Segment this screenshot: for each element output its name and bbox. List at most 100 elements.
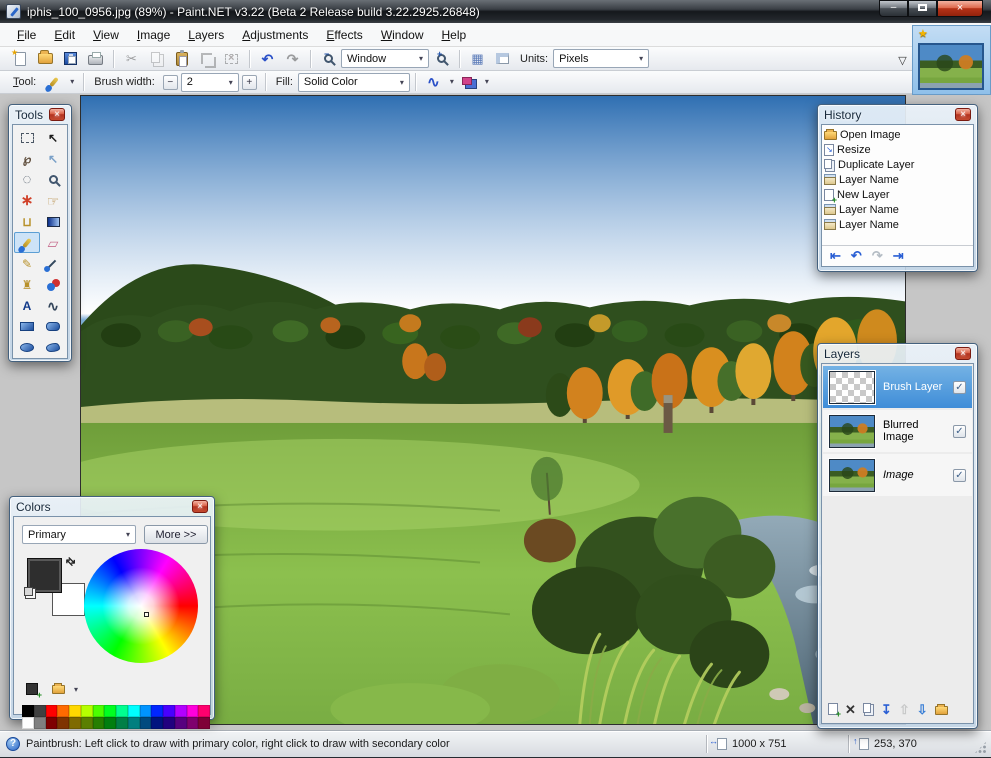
tool-recolor[interactable] xyxy=(40,274,66,295)
reset-colors-icon[interactable] xyxy=(24,587,33,596)
menu-edit[interactable]: Edit xyxy=(45,23,84,46)
swap-colors-icon[interactable]: ⇄ xyxy=(63,554,79,570)
palette-swatch[interactable] xyxy=(57,717,69,729)
palette-swatch[interactable] xyxy=(93,717,105,729)
tool-text[interactable]: A xyxy=(14,295,40,316)
palette-swatch[interactable] xyxy=(34,705,46,717)
tool-freeform-shape[interactable] xyxy=(40,337,66,358)
palette-swatch[interactable] xyxy=(81,717,93,729)
palette-swatch[interactable] xyxy=(140,705,152,717)
menu-adjustments[interactable]: Adjustments xyxy=(233,23,317,46)
cut-button[interactable]: ✂ xyxy=(120,48,143,69)
tool-gradient[interactable] xyxy=(40,211,66,232)
history-item[interactable]: New Layer xyxy=(823,187,972,202)
palette-swatch[interactable] xyxy=(187,717,199,729)
palette-swatch[interactable] xyxy=(128,705,140,717)
palette-swatch[interactable] xyxy=(46,705,58,717)
menu-effects[interactable]: Effects xyxy=(317,23,371,46)
palette-swatch[interactable] xyxy=(22,717,34,729)
merge-layer-down-button[interactable]: ↧ xyxy=(881,703,892,716)
chevron-down-icon[interactable]: ▾ xyxy=(70,78,74,86)
menu-window[interactable]: Window xyxy=(372,23,433,46)
duplicate-layer-button[interactable] xyxy=(863,703,871,713)
close-icon[interactable]: × xyxy=(192,500,208,513)
close-icon[interactable]: × xyxy=(955,108,971,121)
tool-rectangle-select[interactable] xyxy=(14,127,40,148)
menu-image[interactable]: Image xyxy=(128,23,179,46)
colors-palette-titlebar[interactable]: Colors × xyxy=(13,497,211,516)
color-wheel[interactable] xyxy=(84,549,198,663)
palette-swatch[interactable] xyxy=(93,705,105,717)
palette-swatch[interactable] xyxy=(198,717,210,729)
palette-swatch[interactable] xyxy=(69,717,81,729)
history-item[interactable]: Resize xyxy=(823,142,972,157)
layer-row-blurred-image[interactable]: Blurred Image ✓ xyxy=(823,410,972,452)
fill-style-combo[interactable]: Solid Color ▾ xyxy=(298,73,410,92)
image-list-chevron-icon[interactable]: ▽ xyxy=(893,25,912,95)
title-bar[interactable]: iphis_100_0956.jpg (89%) - Paint.NET v3.… xyxy=(0,0,991,23)
tool-color-picker[interactable] xyxy=(40,253,66,274)
palette-swatch[interactable] xyxy=(116,705,128,717)
menu-view[interactable]: View xyxy=(84,23,128,46)
layer-row-brush-layer[interactable]: Brush Layer ✓ xyxy=(823,366,972,408)
save-button[interactable] xyxy=(59,48,82,69)
layer-visibility-checkbox[interactable]: ✓ xyxy=(953,381,966,394)
more-button[interactable]: More >> xyxy=(144,525,208,544)
palette-swatch[interactable] xyxy=(187,705,199,717)
current-tool-button[interactable] xyxy=(42,72,65,93)
close-button[interactable]: × xyxy=(937,0,983,17)
history-fastforward-button[interactable]: ⇥ xyxy=(893,248,904,264)
palette-swatch[interactable] xyxy=(69,705,81,717)
tool-rectangle-shape[interactable] xyxy=(14,316,40,337)
menu-help[interactable]: Help xyxy=(433,23,476,46)
antialiasing-button[interactable]: ∿ xyxy=(422,72,445,93)
tools-palette-titlebar[interactable]: Tools × xyxy=(12,105,68,124)
history-item[interactable]: Open Image xyxy=(823,127,972,142)
new-button[interactable] xyxy=(9,48,32,69)
palette-swatch[interactable] xyxy=(163,705,175,717)
zoom-out-button[interactable]: − xyxy=(317,48,340,69)
palette-swatch[interactable] xyxy=(34,717,46,729)
history-item[interactable]: Layer Name xyxy=(823,217,972,232)
palette-swatch[interactable] xyxy=(140,717,152,729)
tool-clone-stamp[interactable]: ♜ xyxy=(14,274,40,295)
paste-button[interactable] xyxy=(170,48,193,69)
print-button[interactable] xyxy=(84,48,107,69)
tool-paintbrush[interactable] xyxy=(14,232,40,253)
tool-move-selection[interactable]: ↖ xyxy=(40,148,66,169)
brush-width-combo[interactable]: 2 ▾ xyxy=(181,73,239,92)
tool-zoom[interactable] xyxy=(40,169,66,190)
zoom-in-button[interactable]: + xyxy=(430,48,453,69)
layer-visibility-checkbox[interactable]: ✓ xyxy=(953,425,966,438)
move-layer-up-button[interactable]: ⇧ xyxy=(899,703,910,716)
move-layer-down-button[interactable]: ⇩ xyxy=(917,703,928,716)
add-layer-button[interactable] xyxy=(828,703,838,715)
palette-swatch[interactable] xyxy=(81,705,93,717)
palette-swatch[interactable] xyxy=(57,705,69,717)
chevron-down-icon[interactable]: ▾ xyxy=(74,685,78,694)
palette-manager-button[interactable] xyxy=(52,685,65,694)
palette-swatch[interactable] xyxy=(151,705,163,717)
palette-swatch[interactable] xyxy=(46,717,58,729)
history-redo-button[interactable]: ↷ xyxy=(872,248,883,264)
brush-width-decrease-button[interactable]: − xyxy=(163,75,178,90)
palette-swatch[interactable] xyxy=(198,705,210,717)
brush-width-increase-button[interactable]: + xyxy=(242,75,257,90)
resize-grip[interactable] xyxy=(974,741,987,754)
palette-swatch[interactable] xyxy=(104,705,116,717)
palette-swatch[interactable] xyxy=(151,717,163,729)
rulers-toggle-button[interactable] xyxy=(491,48,514,69)
maximize-button[interactable] xyxy=(908,0,937,17)
layer-properties-button[interactable] xyxy=(935,706,948,715)
tool-move-selected-pixels[interactable]: ↖ xyxy=(40,127,66,148)
tool-rounded-rectangle[interactable] xyxy=(40,316,66,337)
redo-button[interactable]: ↷ xyxy=(281,48,304,69)
history-item[interactable]: Duplicate Layer xyxy=(823,157,972,172)
layer-row-image[interactable]: Image ✓ xyxy=(823,454,972,496)
tool-ellipse-select[interactable]: ◌ xyxy=(14,169,40,190)
blend-mode-button[interactable] xyxy=(459,72,482,93)
tool-paint-bucket[interactable]: ⊔ xyxy=(14,211,40,232)
minimize-button[interactable]: – xyxy=(879,0,908,17)
layer-visibility-checkbox[interactable]: ✓ xyxy=(953,469,966,482)
history-item[interactable]: Layer Name xyxy=(823,202,972,217)
